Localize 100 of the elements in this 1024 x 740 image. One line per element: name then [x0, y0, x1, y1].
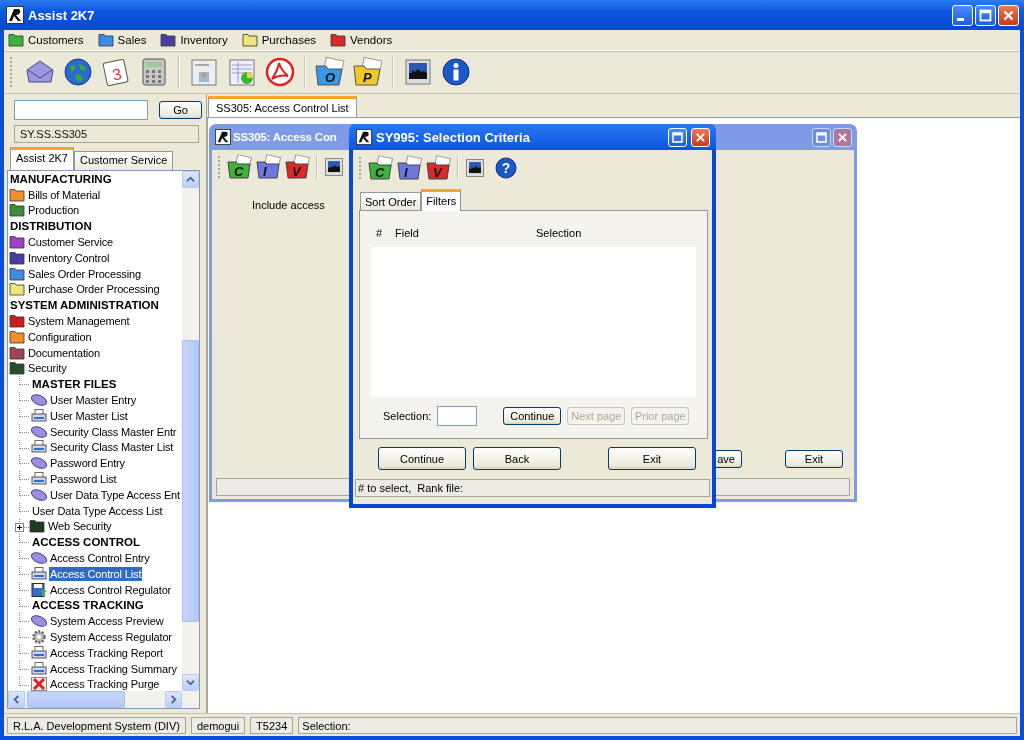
tree-heading[interactable]: MANUFACTURING	[9, 171, 113, 186]
close-button[interactable]	[833, 127, 852, 147]
scroll-up-button[interactable]	[182, 171, 199, 188]
maximize-button[interactable]	[812, 127, 831, 147]
column-header: Field	[395, 227, 420, 239]
selection-field[interactable]	[437, 406, 478, 426]
expand-toggle[interactable]	[15, 522, 24, 532]
image-icon[interactable]	[402, 56, 434, 88]
dialog-button[interactable]: Back	[473, 447, 561, 470]
tree-item[interactable]: Documentation	[27, 345, 102, 360]
document-tab[interactable]: SS305: Access Control List	[208, 96, 357, 117]
tree-item[interactable]: User Data Type Access List	[31, 503, 164, 518]
scroll-down-button[interactable]	[182, 674, 199, 691]
tab[interactable]: Sort Order	[360, 192, 422, 210]
scroll-right-button[interactable]	[165, 691, 182, 708]
printer-icon	[31, 472, 47, 487]
capsule-icon	[31, 487, 47, 502]
tree-item[interactable]: Bills of Material	[27, 187, 102, 202]
menu-item[interactable]: Inventory	[160, 33, 228, 47]
page-button[interactable]: Continue	[503, 407, 562, 425]
tree-item[interactable]: Customer Service	[27, 235, 114, 250]
logo-icon	[6, 6, 24, 24]
tree-item[interactable]: Security Class Master List	[49, 440, 175, 455]
printer-icon	[31, 440, 47, 455]
scrollbar[interactable]	[182, 171, 199, 691]
dialog-button[interactable]: Continue	[378, 447, 466, 470]
tree-heading[interactable]: ACCESS TRACKING	[31, 598, 145, 613]
window-title: Assist 2K7	[28, 7, 96, 23]
image-icon[interactable]	[323, 156, 345, 178]
tab[interactable]: Customer Service	[73, 151, 174, 170]
delete-icon	[31, 677, 47, 691]
tree-item[interactable]: Access Control List	[49, 566, 143, 581]
status-cell: R.L.A. Development System (DIV)	[7, 716, 186, 734]
printer-icon	[31, 408, 47, 423]
tree-item[interactable]: Access Control Regulator	[49, 582, 173, 597]
menu-item[interactable]: Customers	[8, 33, 84, 47]
tab[interactable]: Filters	[421, 189, 462, 211]
tree-item[interactable]: Inventory Control	[27, 250, 111, 265]
folder-icon	[9, 203, 25, 218]
printer-icon	[31, 566, 47, 581]
folder-icon	[9, 235, 25, 250]
info-icon[interactable]	[440, 56, 472, 88]
tree-item[interactable]: User Master List	[49, 408, 129, 423]
menu-item[interactable]: Purchases	[241, 33, 317, 47]
column-header: Selection	[536, 227, 582, 239]
tree-item[interactable]: Access Tracking Report	[49, 645, 164, 660]
field-label: Include access	[252, 199, 325, 211]
search-field[interactable]	[14, 99, 148, 120]
dialog-button[interactable]: Exit	[608, 447, 696, 470]
status-cell: T5234	[250, 716, 294, 734]
tree-item[interactable]: System Access Regulator	[49, 630, 173, 644]
minimize-button[interactable]	[952, 4, 973, 26]
tree-item[interactable]: User Data Type Access Ent	[49, 487, 181, 502]
scrollbar[interactable]	[8, 691, 199, 708]
calendar-icon[interactable]: 3	[100, 56, 132, 88]
printer-icon	[31, 661, 47, 676]
status-field: # to select, Rank file:	[355, 479, 710, 497]
tree-heading[interactable]: SYSTEM ADMINISTRATION	[9, 298, 160, 313]
tree-item[interactable]: System Management	[27, 314, 131, 329]
folder-icon	[160, 33, 177, 47]
tree-item[interactable]: Access Tracking Summary	[49, 661, 178, 676]
tree-item[interactable]: Password Entry	[49, 456, 126, 471]
tree-item[interactable]: Security Class Master Entr	[49, 424, 178, 439]
globe-icon[interactable]	[62, 56, 94, 88]
chevron-up-icon	[186, 175, 195, 184]
tree-heading[interactable]: DISTRIBUTION	[9, 219, 93, 234]
tree-heading[interactable]: ACCESS CONTROL	[31, 535, 141, 550]
scroll-thumb[interactable]	[182, 340, 199, 622]
go-button[interactable]: Go	[159, 100, 202, 119]
capsule-icon	[31, 551, 47, 565]
folder-icon	[9, 314, 25, 329]
tree-item[interactable]: Access Control Entry	[49, 551, 151, 565]
capsule-icon	[31, 614, 47, 629]
curl-icon[interactable]	[264, 56, 296, 88]
tree-item[interactable]: Access Tracking Purge	[49, 677, 161, 691]
scroll-thumb[interactable]	[27, 691, 125, 708]
tree-item[interactable]: Password List	[49, 472, 118, 487]
printer-icon	[31, 645, 47, 660]
image-icon[interactable]	[464, 157, 486, 179]
tree-item[interactable]: Security	[27, 361, 68, 376]
tree-item[interactable]: System Access Preview	[49, 614, 165, 629]
capsule-icon	[31, 424, 47, 439]
tab[interactable]: Assist 2K7	[10, 147, 74, 170]
tree-heading[interactable]: MASTER FILES	[31, 377, 118, 392]
folder-icon	[9, 187, 25, 202]
tree-item[interactable]: Sales Order Processing	[27, 266, 142, 281]
chevron-down-icon	[186, 678, 195, 687]
dialog-button[interactable]: Exit	[785, 450, 843, 468]
help-icon[interactable]: ?	[495, 157, 517, 179]
menu-item[interactable]: Vendors	[330, 33, 393, 47]
folder-icon	[29, 519, 45, 534]
menu-item[interactable]: Sales	[97, 33, 147, 47]
tree-item[interactable]: Production	[27, 203, 81, 218]
scroll-left-button[interactable]	[8, 691, 25, 708]
folder-icon	[9, 250, 25, 265]
field-label: Selection:	[383, 410, 432, 422]
tree-item[interactable]: Purchase Order Processing	[27, 282, 161, 297]
tree-item[interactable]: Configuration	[27, 329, 93, 344]
tree-item[interactable]: User Master Entry	[49, 393, 138, 408]
tree-item[interactable]: Web Security	[47, 519, 113, 534]
